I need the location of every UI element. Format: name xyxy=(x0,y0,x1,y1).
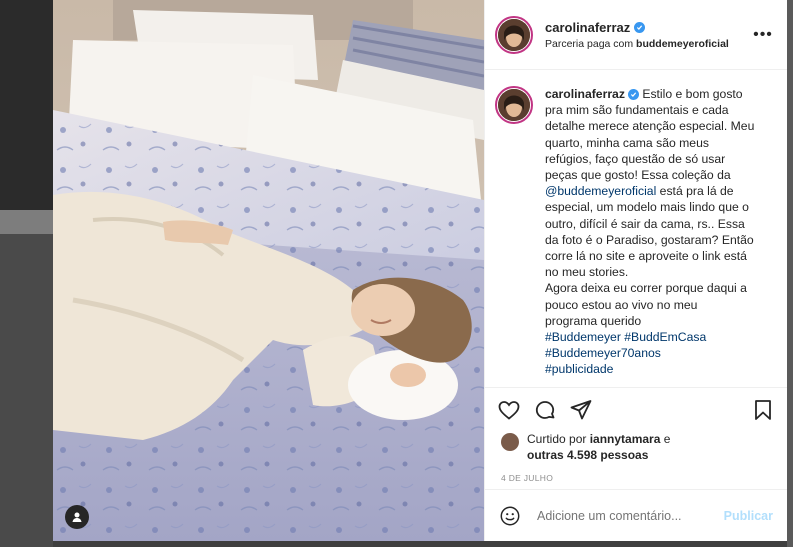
author-username[interactable]: carolinaferraz xyxy=(545,20,630,35)
user-tag-button[interactable] xyxy=(65,505,89,529)
hashtag-link[interactable]: #Buddemeyer70anos xyxy=(545,346,661,360)
likes-summary: Curtido por iannytamara e outras 4.598 p… xyxy=(485,431,787,467)
emoji-icon[interactable] xyxy=(499,505,521,527)
caption-line: detalhe merece atenção especial. Meu xyxy=(545,119,755,134)
hashtag-link[interactable]: #Buddemeyer xyxy=(545,330,621,344)
bookmark-icon xyxy=(755,399,771,420)
caption-username[interactable]: carolinaferraz xyxy=(545,86,639,102)
backdrop-band xyxy=(0,210,53,234)
save-button[interactable] xyxy=(751,398,775,422)
author-avatar-image xyxy=(498,18,530,51)
caption-line: especial, um modelo mais lindo que o xyxy=(545,200,749,215)
verified-icon xyxy=(634,21,646,33)
caption-line: Agora deixa eu correr porque daqui a xyxy=(545,281,747,296)
hashtag-link[interactable]: #BuddEmCasa xyxy=(624,330,706,344)
caption-line: peças que gosto! Essa coleção da xyxy=(545,168,731,183)
post-modal: carolinaferraz Parceria paga com buddeme… xyxy=(53,0,787,541)
caption-line: outro, difícil é sair da cama, rs.. Essa xyxy=(545,216,745,231)
verified-icon xyxy=(627,88,639,100)
caption-line: Estilo e bom gosto xyxy=(642,87,743,101)
backdrop-tile xyxy=(0,234,53,547)
action-bar xyxy=(485,387,787,431)
publish-button[interactable]: Publicar xyxy=(724,509,773,523)
hashtag-line: #Buddemeyer #BuddEmCasa xyxy=(545,329,773,345)
caption-line: corre lá no site e aproveite o link está xyxy=(545,249,747,264)
caption-line: pra mim são fundamentais e cada xyxy=(545,103,729,118)
author-avatar-photo xyxy=(498,18,530,51)
caption-line: pouco estou ao vivo no meu xyxy=(545,297,698,312)
caption-line: programa querido xyxy=(545,313,642,328)
caption-text: carolinaferraz Estilo e bom gosto pra mi… xyxy=(545,86,773,378)
share-button[interactable] xyxy=(569,398,593,422)
caption-mention-line: @buddemeyeroficial está pra lá de xyxy=(545,183,773,199)
post-photo-illustration xyxy=(53,0,484,541)
caption-username-text: carolinaferraz xyxy=(545,87,625,101)
verified-check xyxy=(637,24,643,30)
caption-line: da foto é o Paradiso, gostaram? Então xyxy=(545,232,754,247)
backdrop-tile xyxy=(787,0,793,547)
mention-link[interactable]: @buddemeyeroficial xyxy=(545,184,656,198)
comment-box: Publicar xyxy=(485,489,787,541)
caption-line: refúgios, faço questão de só usar xyxy=(545,151,726,166)
caption-line: está pra lá de xyxy=(656,184,734,199)
paid-partnership: Parceria paga com buddemeyeroficial xyxy=(545,38,753,50)
like-button[interactable] xyxy=(497,398,521,422)
post-date[interactable]: 4 DE JULHO xyxy=(485,467,787,489)
comment-button[interactable] xyxy=(533,398,557,422)
likes-text: Curtido por iannytamara e outras 4.598 p… xyxy=(527,431,670,463)
likes-mid: e xyxy=(660,432,671,446)
post-photo xyxy=(53,0,484,541)
caption-first-line: carolinaferraz Estilo e bom gosto xyxy=(545,86,773,102)
author-avatar[interactable] xyxy=(495,15,533,54)
likes-others[interactable]: outras 4.598 pessoas xyxy=(527,448,648,462)
paid-partnership-label: Parceria paga com xyxy=(545,37,637,50)
caption-avatar-photo xyxy=(498,89,530,121)
caption-avatar-image xyxy=(498,89,530,121)
hashtag-line: #publicidade xyxy=(545,361,773,377)
partner-handle[interactable]: buddemeyeroficial xyxy=(636,38,729,50)
caption-line: no meu stories. xyxy=(545,265,629,280)
heart-icon xyxy=(498,400,520,420)
post-sidebar: carolinaferraz Parceria paga com buddeme… xyxy=(484,0,787,541)
hashtag-link[interactable]: #publicidade xyxy=(545,362,613,376)
post-comments-area: carolinaferraz Estilo e bom gosto pra mi… xyxy=(485,70,787,387)
more-options-button[interactable]: ••• xyxy=(753,26,773,44)
caption: carolinaferraz Estilo e bom gosto pra mi… xyxy=(495,86,773,378)
share-icon xyxy=(570,399,592,419)
author-username-row: carolinaferraz xyxy=(545,20,753,35)
likes-prefix: Curtido por xyxy=(527,432,590,446)
verified-check xyxy=(630,91,637,97)
post-header-text: carolinaferraz Parceria paga com buddeme… xyxy=(545,20,753,50)
post-header: carolinaferraz Parceria paga com buddeme… xyxy=(485,0,787,70)
comment-input[interactable] xyxy=(535,507,724,524)
liker-avatar[interactable] xyxy=(501,433,519,451)
liker-username[interactable]: iannytamara xyxy=(590,432,661,446)
comment-icon xyxy=(535,400,555,419)
caption-line: quarto, minha cama são meus xyxy=(545,135,709,150)
caption-avatar[interactable] xyxy=(495,86,533,124)
user-tag-icon xyxy=(72,512,82,522)
backdrop-tile xyxy=(0,0,53,210)
hashtag-line: #Buddemeyer70anos xyxy=(545,345,773,361)
